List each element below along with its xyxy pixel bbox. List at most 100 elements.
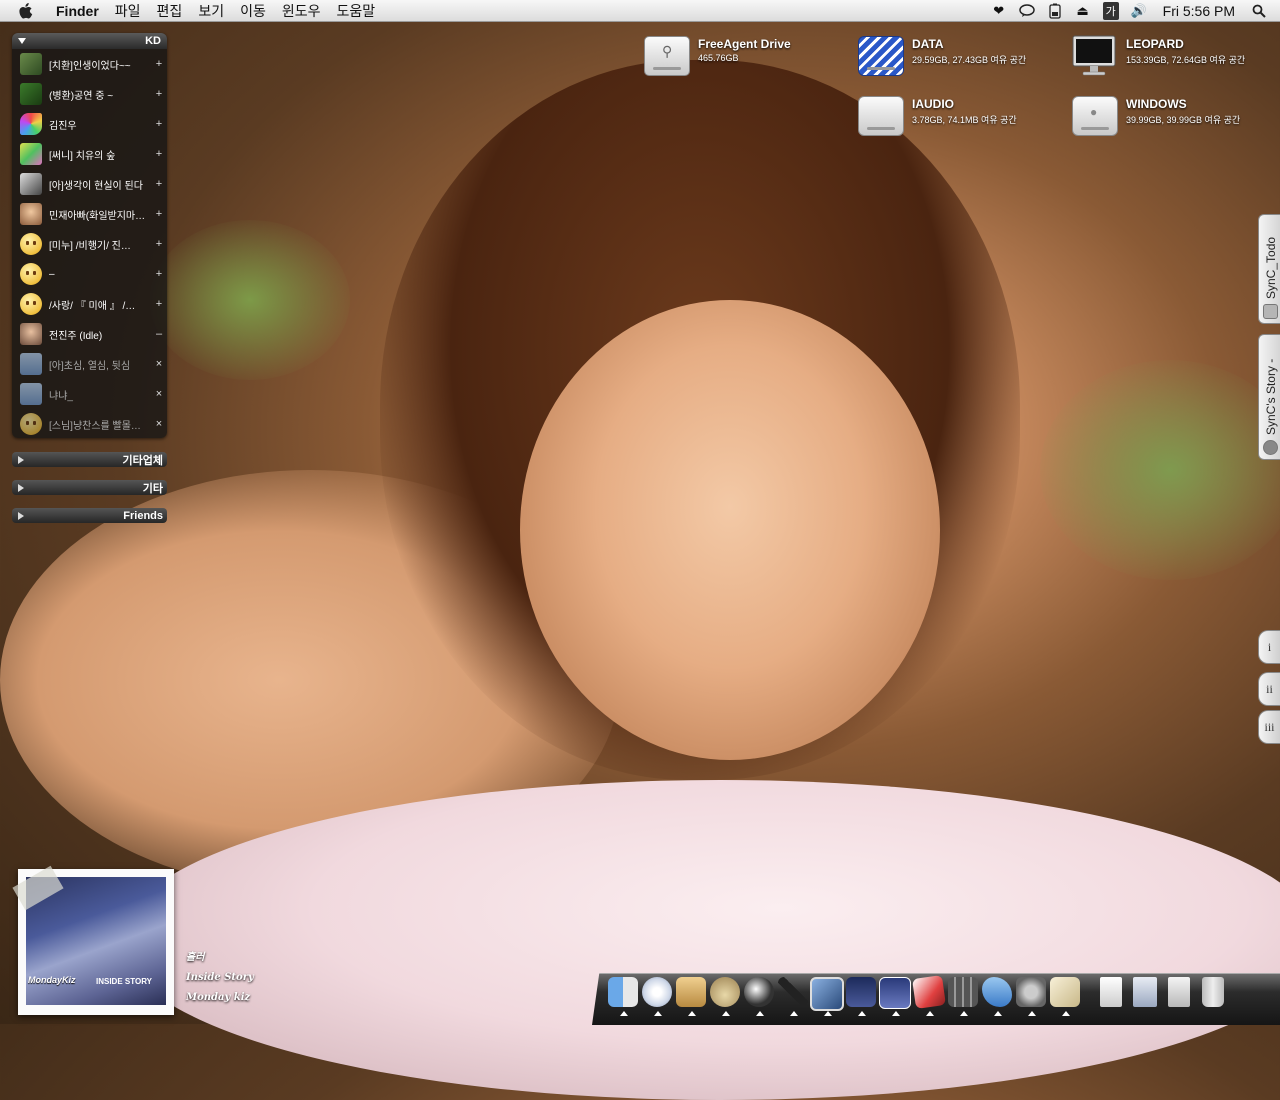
dock-item-itunes[interactable] (878, 975, 912, 1016)
buddy-status: + (155, 148, 163, 160)
battery-icon[interactable] (1044, 2, 1066, 20)
running-indicator (1062, 1011, 1070, 1016)
menu-file[interactable]: 파일 (107, 0, 149, 22)
todo-tab-label: SynC_Todo (1264, 236, 1278, 299)
dock-item-adium[interactable] (708, 975, 742, 1016)
buddy-row[interactable]: 냐냐_ × (12, 379, 167, 409)
menu-window[interactable]: 윈도우 (274, 0, 329, 22)
dock-item-preview[interactable] (810, 975, 844, 1016)
running-indicator (1028, 1011, 1036, 1016)
desktop-icon-windows[interactable]: ● WINDOWS 39.99GB, 39.99GB 여유 공간 (1070, 93, 1240, 139)
dock-item-system-preferences[interactable] (1014, 975, 1048, 1016)
buddy-group-header[interactable]: KD (12, 33, 167, 49)
dock-item-utility[interactable] (776, 975, 810, 1016)
ribbon-icon (982, 977, 1012, 1007)
dock-item-spaces[interactable] (946, 975, 980, 1016)
eject-icon[interactable]: ⏏ (1072, 2, 1094, 20)
story-drawer-tab[interactable]: SynC's Story - (1258, 334, 1280, 460)
input-method-label: 가 (1102, 2, 1119, 20)
spotlight-search-icon[interactable] (1248, 2, 1270, 20)
running-indicator (994, 1011, 1002, 1016)
buddy-name: 김진우 (49, 120, 77, 132)
volume-icon[interactable]: 🔊 (1128, 2, 1150, 20)
buddy-group-label: 기타 (142, 482, 163, 495)
document-stack-icon (1100, 977, 1122, 1007)
buddy-list-window: KD [치환]인생이었다~~ + (병환)공연 중 ~ + 김진우 + [써니]… (12, 33, 167, 438)
buddy-rows: [치환]인생이었다~~ + (병환)공연 중 ~ + 김진우 + [써니] 치유… (12, 49, 167, 438)
avatar (20, 83, 42, 105)
buddy-name: [써니] 치유의 숲 (49, 150, 116, 162)
apple-menu-icon[interactable] (16, 1, 36, 21)
menu-clock[interactable]: Fri 5:56 PM (1153, 3, 1245, 19)
dock-item-mail[interactable] (674, 975, 708, 1016)
buddy-row[interactable]: – + (12, 259, 167, 289)
buddy-name: 전진주 (Idle) (49, 330, 103, 342)
dock-item-flickr[interactable] (980, 975, 1014, 1016)
buddy-row[interactable]: [아]생각이 현실이 된다 + (12, 169, 167, 199)
disclosure-triangle-icon[interactable] (18, 511, 24, 520)
menu-help[interactable]: 도움말 (328, 0, 383, 22)
menu-edit[interactable]: 편집 (149, 0, 191, 22)
dock-item-folder[interactable] (1128, 975, 1162, 1015)
drawer-tab-i[interactable]: i (1258, 630, 1280, 664)
todo-drawer-tab[interactable]: SynC_Todo (1258, 214, 1280, 324)
menu-go[interactable]: 이동 (232, 0, 274, 22)
dock-item-documents[interactable] (1094, 975, 1128, 1015)
avatar (20, 173, 42, 195)
document-stack-icon (1168, 977, 1190, 1007)
running-indicator (790, 1011, 798, 1016)
drawer-tab-iii[interactable]: iii (1258, 710, 1280, 744)
buddy-group-collapsed[interactable]: 기타 (12, 480, 167, 495)
disclosure-triangle-icon[interactable] (18, 38, 26, 44)
dock-item-iphoto[interactable] (912, 975, 946, 1016)
buddy-row[interactable]: [치환]인생이었다~~ + (12, 49, 167, 79)
speech-bubble-icon[interactable] (1016, 2, 1038, 20)
album-title: Inside Story (186, 972, 254, 983)
buddy-status: + (155, 268, 163, 280)
album-art-widget[interactable]: MondayKiz INSIDE STORY (12, 865, 174, 1015)
desktop-icon-data[interactable]: DATA 29.59GB, 27.43GB 여유 공간 (856, 33, 1026, 79)
striped-drive-icon (856, 33, 906, 79)
gear-icon (1016, 977, 1046, 1007)
running-indicator (960, 1011, 968, 1016)
input-method-icon[interactable]: 가 (1100, 2, 1122, 20)
buddy-group-name: KD (145, 35, 161, 47)
smiley-avatar-icon (20, 413, 42, 435)
stamp-icon (676, 977, 706, 1007)
buddy-row[interactable]: [아]초심, 열심, 뒷심 × (12, 349, 167, 379)
dock-item-script-editor[interactable] (1048, 975, 1082, 1016)
desktop-icon-leopard[interactable]: LEOPARD 153.39GB, 72.64GB 여유 공간 (1070, 33, 1245, 79)
volume-detail: 465.76GB (698, 53, 739, 63)
disclosure-triangle-icon[interactable] (18, 483, 24, 492)
drawer-tab-ii[interactable]: ii (1258, 672, 1280, 706)
disclosure-triangle-icon[interactable] (18, 455, 24, 464)
buddy-row[interactable]: 김진우 + (12, 109, 167, 139)
dock-item-safari[interactable] (640, 975, 674, 1016)
buddy-group-label: 기타업체 (122, 454, 163, 467)
dock-item-finder[interactable] (606, 975, 640, 1016)
desktop-icon-freeagent[interactable]: ⚲ FreeAgent Drive 465.76GB (642, 33, 791, 79)
wallpaper-shape (520, 300, 940, 760)
volume-name: WINDOWS (1126, 97, 1187, 111)
buddy-row[interactable]: /사랑/ 『 미애 』 /… + (12, 289, 167, 319)
heart-icon[interactable]: ❤ (988, 2, 1010, 20)
buddy-row[interactable]: [써니] 치유의 숲 + (12, 139, 167, 169)
menu-view[interactable]: 보기 (190, 0, 232, 22)
buddy-row[interactable]: [미누] /비행기/ 진… + (12, 229, 167, 259)
wrench-icon (778, 977, 808, 1007)
wallpaper-shape (150, 220, 350, 380)
buddy-group-collapsed[interactable]: Friends (12, 508, 167, 523)
buddy-row[interactable]: 전진주 (Idle) – (12, 319, 167, 349)
buddy-row[interactable]: [스님]냥찬스를 빨몰… × (12, 409, 167, 438)
desktop-icon-iaudio[interactable]: IAUDIO 3.78GB, 74.1MB 여유 공간 (856, 93, 1017, 139)
dock-item-camino[interactable] (742, 975, 776, 1016)
buddy-row[interactable]: 민재아빠(화일받지마… + (12, 199, 167, 229)
dock-item-trash[interactable] (1196, 975, 1230, 1015)
album-art-subcaption: INSIDE STORY (96, 977, 153, 986)
menu-app-name[interactable]: Finder (48, 0, 107, 22)
dock-item-downloads[interactable] (1162, 975, 1196, 1015)
buddy-group-collapsed[interactable]: 기타업체 (12, 452, 167, 467)
volume-name: IAUDIO (912, 97, 954, 111)
buddy-row[interactable]: (병환)공연 중 ~ + (12, 79, 167, 109)
dock-item-frontrow[interactable] (844, 975, 878, 1016)
